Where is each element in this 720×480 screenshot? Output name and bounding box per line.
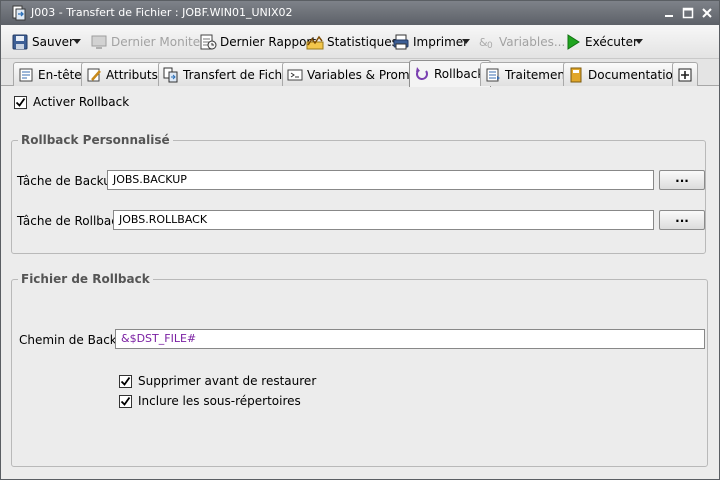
attributes-pencil-icon xyxy=(87,68,101,81)
variables-prompts-icon xyxy=(287,69,303,80)
variables-button[interactable]: & 0 Variables... xyxy=(478,33,565,51)
print-button[interactable]: Imprimer xyxy=(392,33,468,51)
checkmark-icon xyxy=(15,97,26,107)
print-dropdown-chevron-down-icon[interactable] xyxy=(462,37,470,45)
statistics-chart-icon xyxy=(306,35,324,50)
include-subdirs-label: Inclure les sous-répertoires xyxy=(138,394,301,408)
delete-before-restore-checkbox[interactable]: Supprimer avant de restaurer xyxy=(119,374,316,388)
minimize-icon[interactable] xyxy=(662,6,676,20)
monitor-icon xyxy=(91,35,107,49)
printer-icon xyxy=(393,34,409,50)
rollback-file-group-title: Fichier de Rollback xyxy=(18,272,153,286)
documentation-book-icon xyxy=(570,67,582,82)
backup-task-field[interactable]: JOBS.BACKUP xyxy=(107,170,654,190)
play-icon xyxy=(567,34,580,50)
plus-icon xyxy=(678,68,692,81)
include-subdirs-checkbox[interactable]: Inclure les sous-répertoires xyxy=(119,394,301,408)
save-dropdown-chevron-down-icon[interactable] xyxy=(73,37,81,45)
last-report-label: Dernier Rapport xyxy=(220,35,317,49)
rollback-task-browse-button[interactable]: ... xyxy=(659,210,705,230)
maximize-icon[interactable] xyxy=(681,6,695,20)
last-monitor-button[interactable]: Dernier Moniteur xyxy=(90,33,213,51)
execute-button[interactable]: Exécuter xyxy=(564,33,638,51)
save-label: Sauver xyxy=(32,35,74,49)
custom-rollback-group-title: Rollback Personnalisé xyxy=(18,133,173,147)
tab-header-label: En-tête xyxy=(38,67,82,82)
tab-attributes[interactable]: Attributs xyxy=(81,62,165,86)
delete-before-restore-checkbox-box[interactable] xyxy=(119,374,132,388)
header-document-icon xyxy=(19,68,33,81)
include-subdirs-checkbox-box[interactable] xyxy=(119,394,132,408)
file-transfer-icon xyxy=(163,67,178,82)
tab-file-transfer-label: Transfert de Fichier xyxy=(183,67,298,82)
tab-documentation-label: Documentation xyxy=(588,67,681,82)
svg-text:0: 0 xyxy=(487,41,493,51)
toolbar: Sauver Dernier Moniteur Dernier Rapport xyxy=(1,25,719,59)
add-tab-button[interactable] xyxy=(672,62,698,86)
backup-task-browse-button[interactable]: ... xyxy=(659,170,705,190)
rollback-panel: Activer Rollback Rollback Personnalisé T… xyxy=(1,87,719,479)
checkmark-icon xyxy=(120,376,131,386)
title-bar[interactable]: J003 - Transfert de Fichier : JOBF.WIN01… xyxy=(1,1,719,25)
job-editor-window: J003 - Transfert de Fichier : JOBF.WIN01… xyxy=(0,0,720,480)
execute-label: Exécuter xyxy=(585,35,638,49)
checkmark-icon xyxy=(120,396,131,406)
tab-header[interactable]: En-tête xyxy=(13,62,89,86)
enable-rollback-label: Activer Rollback xyxy=(33,95,130,109)
tab-documentation[interactable]: Documentation xyxy=(563,62,688,86)
tab-rollback-label: Rollback xyxy=(434,67,485,81)
execute-dropdown-chevron-down-icon[interactable] xyxy=(635,37,643,45)
tab-bar: En-tête Attributs Transfert de Fichier V… xyxy=(1,59,719,87)
rollback-file-group: Fichier de Rollback Chemin de Backup: &$… xyxy=(11,272,708,467)
report-icon xyxy=(200,34,217,50)
variables-label: Variables... xyxy=(499,35,566,49)
variables-icon: & 0 xyxy=(479,36,493,51)
window-title: J003 - Transfert de Fichier : JOBF.WIN01… xyxy=(31,6,293,19)
last-monitor-label: Dernier Moniteur xyxy=(111,35,213,49)
processing-icon xyxy=(486,68,500,81)
tab-processing-label: Traitement xyxy=(505,67,570,82)
print-label: Imprimer xyxy=(413,35,469,49)
enable-rollback-checkbox-box[interactable] xyxy=(14,95,27,109)
tab-rollback[interactable]: Rollback xyxy=(409,60,492,87)
rollback-task-field[interactable]: JOBS.ROLLBACK xyxy=(113,210,654,230)
tab-attributes-label: Attributs xyxy=(106,67,158,82)
delete-before-restore-label: Supprimer avant de restaurer xyxy=(138,374,317,388)
statistics-label: Statistiques xyxy=(327,35,398,49)
rollback-arrow-icon xyxy=(416,67,428,80)
statistics-button[interactable]: Statistiques xyxy=(306,33,398,51)
backup-path-field[interactable]: &$DST_FILE# xyxy=(115,329,705,349)
close-icon[interactable] xyxy=(700,6,714,20)
last-report-button[interactable]: Dernier Rapport xyxy=(199,33,316,51)
save-button[interactable]: Sauver xyxy=(11,33,74,51)
floppy-disk-icon xyxy=(12,34,28,50)
custom-rollback-group: Rollback Personnalisé Tâche de Backup: J… xyxy=(11,133,706,254)
enable-rollback-checkbox[interactable]: Activer Rollback xyxy=(14,95,129,109)
file-transfer-job-icon xyxy=(12,5,26,21)
